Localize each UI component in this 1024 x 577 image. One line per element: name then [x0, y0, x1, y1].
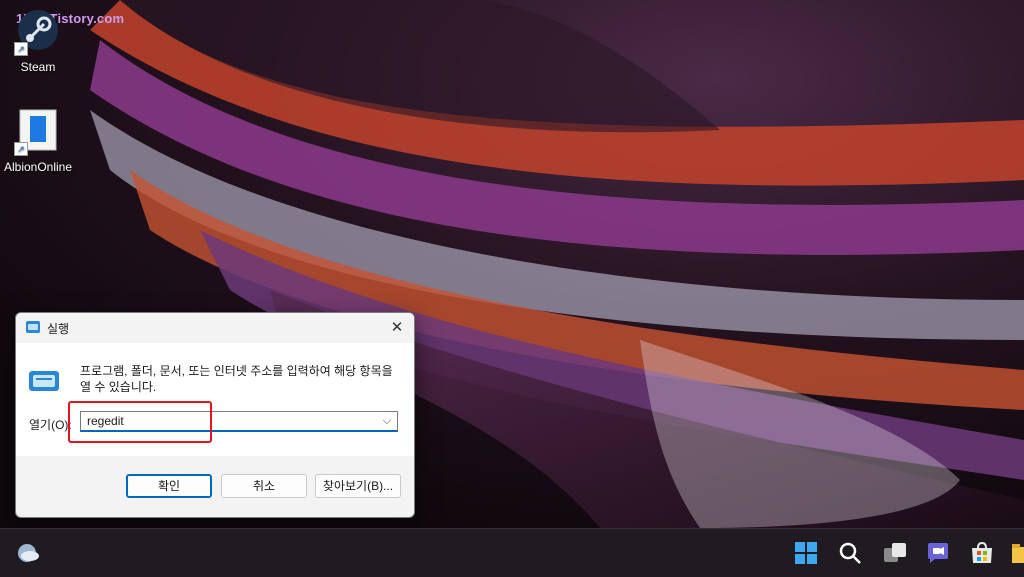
cancel-button[interactable]: 취소	[221, 474, 307, 498]
run-program-icon	[29, 371, 59, 391]
dialog-description: 프로그램, 폴더, 문서, 또는 인터넷 주소를 입력하여 해당 항목을 열 수…	[80, 364, 393, 394]
close-button[interactable]: ✕	[380, 313, 414, 343]
shortcut-arrow-icon: ↗	[14, 42, 28, 56]
open-label: 열기(O):	[29, 418, 72, 432]
run-dialog: 실행 ✕ 프로그램, 폴더, 문서, 또는 인터넷 주소를 입력하여 해당 항목…	[15, 312, 415, 518]
store-icon[interactable]	[968, 539, 996, 567]
desktop-icon-steam[interactable]: ↗ Steam	[0, 8, 76, 74]
run-icon	[26, 321, 40, 333]
taskbar	[0, 528, 1024, 577]
task-view-icon[interactable]	[881, 539, 909, 567]
desktop-icon-label: AlbionOnline	[3, 160, 73, 174]
albion-online-icon: ↗	[14, 108, 62, 156]
chevron-down-icon[interactable]: ⌵	[383, 415, 391, 428]
search-icon[interactable]	[836, 539, 864, 567]
shortcut-arrow-icon: ↗	[14, 142, 28, 156]
start-icon[interactable]	[792, 539, 820, 567]
desktop-icon-albiononline[interactable]: ↗ AlbionOnline	[0, 108, 76, 174]
weather-icon[interactable]	[14, 539, 42, 567]
ok-button[interactable]: 확인	[126, 474, 212, 498]
dialog-titlebar[interactable]: 실행 ✕	[16, 313, 414, 343]
dialog-title: 실행	[47, 322, 70, 336]
red-highlight-box	[68, 401, 212, 443]
browse-button[interactable]: 찾아보기(B)...	[315, 474, 401, 498]
file-explorer-icon[interactable]	[1010, 539, 1024, 567]
steam-icon: ↗	[14, 8, 62, 56]
chat-icon[interactable]	[924, 539, 952, 567]
desktop-icon-label: Steam	[20, 60, 56, 74]
